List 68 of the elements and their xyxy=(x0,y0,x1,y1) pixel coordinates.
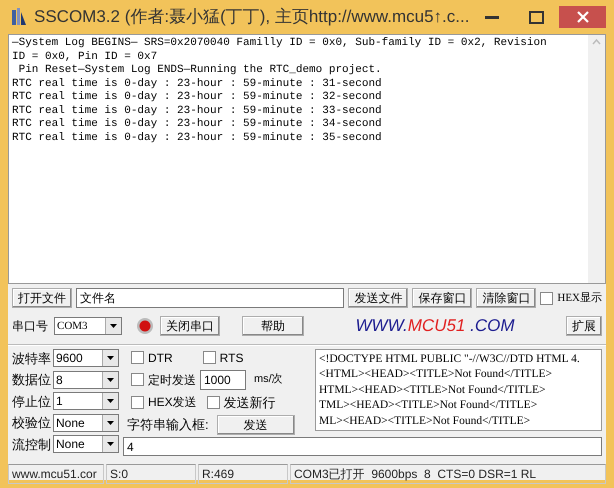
close-button[interactable] xyxy=(559,6,606,28)
rts-checkbox[interactable] xyxy=(202,351,216,364)
app-icon xyxy=(12,8,26,26)
dropdown-arrow-icon xyxy=(107,399,114,404)
dropdown-arrow-icon xyxy=(110,324,117,328)
dropdown[interactable]: 8 xyxy=(53,370,119,389)
timed-send-checkbox[interactable] xyxy=(131,373,144,386)
checkbox-label: 定时发送 xyxy=(148,372,196,388)
dropdown[interactable]: None xyxy=(53,414,119,432)
status-text: www.mcu51.cor xyxy=(8,464,104,484)
log-line: —System Log BEGINS— SRS=0x2070040 Familly ID = 0x0, Sub-family ID = 0x2, Revision xyxy=(12,37,547,50)
minimize-icon xyxy=(484,16,499,18)
log-line: RTC real time is 0-day : 23-hour : 59-minute : 35-second xyxy=(12,132,382,145)
status-text: S:0 xyxy=(106,464,196,484)
clear-window-button[interactable]: 清除窗口 xyxy=(476,288,536,308)
log-line: RTC real time is 0-day : 23-hour : 59-minute : 32-second xyxy=(12,91,382,104)
dropdown[interactable]: 9600 xyxy=(53,349,119,368)
port-label: 串口号 xyxy=(12,318,48,335)
log-line: RTC real time is 0-day : 23-hour : 59-minute : 33-second xyxy=(12,104,382,118)
history-line: <HTML><HEAD><TITLE>Not Found</TITLE> xyxy=(319,367,553,382)
checkbox-label: RTS xyxy=(220,350,244,366)
send-button[interactable]: 发送 xyxy=(216,415,295,435)
checkbox-label: HEX显示 xyxy=(557,290,602,306)
input-label: 字符串输入框: xyxy=(127,416,209,434)
dropdown[interactable]: None xyxy=(53,435,119,454)
logo-text: WWW.MCU51 .COM xyxy=(354,315,516,337)
log-line: ID = 0x0, Pin ID = 0x7 xyxy=(12,50,158,64)
checkbox-label: HEX发送 xyxy=(148,394,197,412)
dropdown-arrow-icon xyxy=(107,378,114,382)
history-line: <!DOCTYPE HTML PUBLIC "-//W3C//DTD HTML 4. xyxy=(319,352,581,366)
window-title: SSCOM3.2 (作者:聂小猛(丁丁), 主页http://www.mcu5↑.c... xyxy=(34,6,470,28)
setting-label: 波特率 xyxy=(12,350,51,368)
history-line: TML><HEAD><TITLE>Not Found</TITLE> xyxy=(319,398,538,413)
save-window-button[interactable]: 保存窗口 xyxy=(412,288,472,308)
hex-send-checkbox[interactable] xyxy=(131,396,144,409)
expand-button[interactable]: 扩展 xyxy=(566,316,602,336)
status-text: COM3已打开 9600bps 8 CTS=0 DSR=1 RL xyxy=(290,464,606,484)
setting-label: 流控制 xyxy=(12,436,51,454)
hex-display-checkbox[interactable] xyxy=(540,292,554,304)
maximize-icon xyxy=(529,10,544,24)
interval-field[interactable]: 1000 xyxy=(200,370,246,390)
string-input-field[interactable]: 4 xyxy=(123,437,602,456)
dtr-checkbox[interactable] xyxy=(131,351,144,364)
checkbox-label: 发送新行 xyxy=(224,394,276,412)
dropdown-arrow-icon xyxy=(107,356,114,360)
help-button[interactable]: 帮助 xyxy=(242,316,304,336)
dropdown-arrow-icon xyxy=(107,442,114,446)
setting-label: 停止位 xyxy=(12,392,51,410)
log-line: Pin Reset—System Log ENDS—Running the RTC_demo project. xyxy=(18,64,382,78)
dropdown[interactable]: 1 xyxy=(53,392,119,410)
close-icon xyxy=(576,11,589,23)
log-line: RTC real time is 0-day : 23-hour : 59-minute : 34-second xyxy=(12,118,382,132)
log-line: RTC real time is 0-day : 23-hour : 59-minute : 31-second xyxy=(12,78,382,91)
send-file-button[interactable]: 发送文件 xyxy=(348,288,408,308)
interval-unit: ms/次 xyxy=(254,372,283,388)
scrollbar[interactable] xyxy=(588,35,605,283)
setting-label: 校验位 xyxy=(12,414,51,432)
status-text: R:469 xyxy=(198,464,288,484)
checkbox-label: DTR xyxy=(148,350,173,366)
open-file-button[interactable]: 打开文件 xyxy=(12,288,72,308)
filename-field[interactable]: 文件名 xyxy=(76,288,344,308)
send-newline-checkbox[interactable] xyxy=(206,396,220,409)
setting-label: 数据位 xyxy=(12,371,51,389)
dropdown-arrow-icon xyxy=(107,420,114,425)
dropdown[interactable]: COM3 xyxy=(54,316,122,335)
history-line: ML><HEAD><TITLE>Not Found</TITLE> xyxy=(319,414,532,428)
history-line: HTML><HEAD><TITLE>Not Found</TITLE> xyxy=(319,382,546,398)
close-port-button[interactable]: 关闭串口 xyxy=(160,316,220,336)
